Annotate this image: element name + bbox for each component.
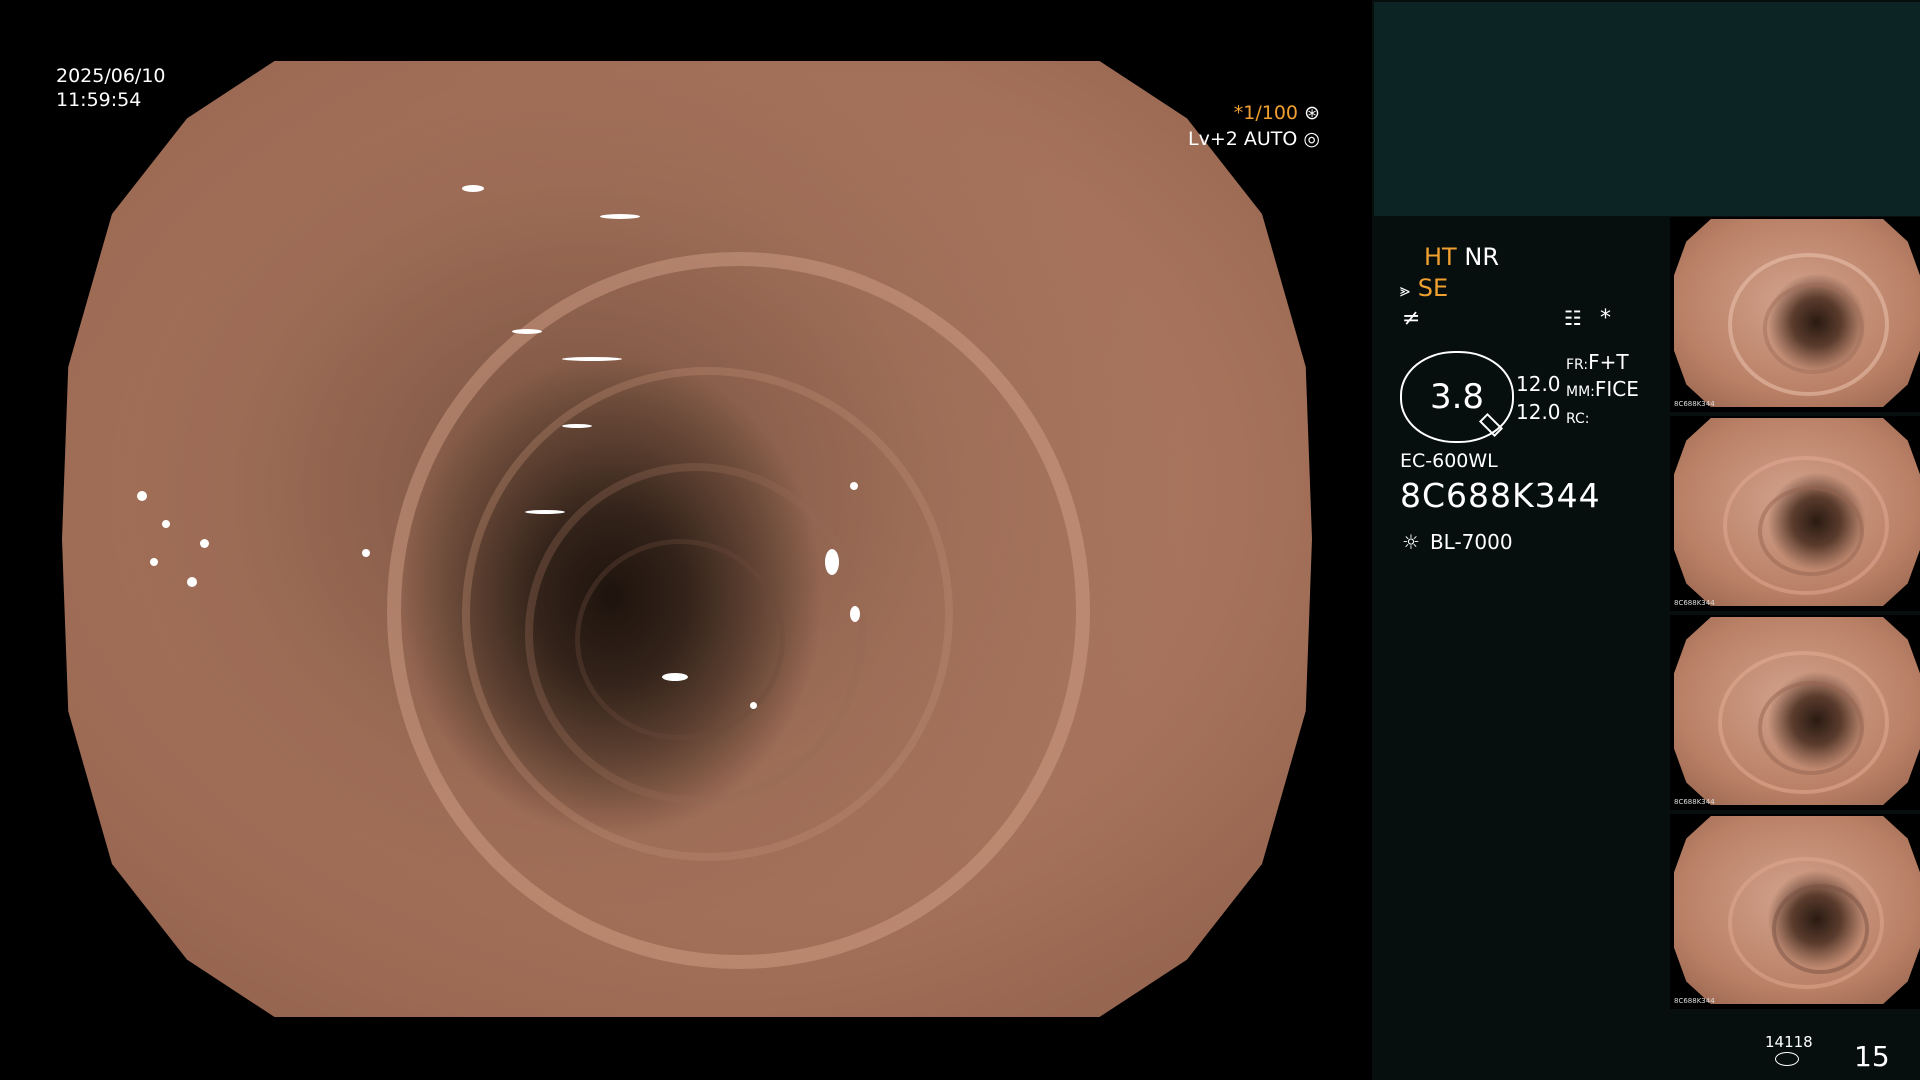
- asterisk-indicator: *: [1600, 306, 1611, 331]
- thumbnail-label: 8C688K344: [1674, 997, 1715, 1005]
- storage-disk-icon: [1775, 1052, 1799, 1066]
- structure-enhance-row: ⪢ SE: [1400, 274, 1448, 302]
- light-glint: [599, 213, 640, 219]
- date-text: 2025/06/10: [56, 65, 166, 87]
- color-icon: ≠: [1402, 306, 1421, 331]
- zoom-badge: 3.8: [1400, 351, 1514, 443]
- fr-label: FR:: [1566, 357, 1589, 373]
- light-source: ☼ BL-7000: [1402, 530, 1513, 554]
- thumbnail-label: 8C688K344: [1674, 400, 1715, 408]
- scope-model: EC-600WL: [1400, 450, 1498, 472]
- zoom-value: 3.8: [1429, 377, 1485, 417]
- light-glint: [512, 328, 542, 334]
- light-glint: [362, 548, 370, 557]
- thumbnail-image: [1674, 219, 1920, 407]
- fr-mm-rc-info: FR:F+T MM:FICE RC:: [1566, 350, 1639, 431]
- thumbnail-1[interactable]: 8C688K344: [1670, 217, 1920, 412]
- light-glint: [149, 558, 158, 567]
- fr-value: F+T: [1588, 350, 1629, 374]
- date-time-overlay: 2025/06/10 11:59:54: [56, 64, 166, 112]
- scope-serial: 8C688K344: [1400, 476, 1601, 515]
- mode-nr: NR: [1464, 243, 1499, 271]
- thumbnail-image: [1674, 816, 1920, 1004]
- reference-image-area: [1374, 2, 1920, 216]
- settings-list-icon: ☷: [1564, 306, 1582, 330]
- exposure-info: *1/100 ⊛ Lv+2 AUTO ◎: [1188, 100, 1320, 152]
- light-glint: [187, 577, 197, 588]
- mode-se: SE: [1417, 274, 1449, 302]
- mode-ht: HT: [1424, 243, 1457, 271]
- thumbnail-3[interactable]: 8C688K344: [1670, 615, 1920, 810]
- processing-modes: HT NR: [1424, 243, 1499, 271]
- light-glint: [849, 481, 858, 490]
- magnifier-icon: [1478, 412, 1504, 438]
- rc-label: RC:: [1566, 411, 1590, 427]
- thumbnail-4[interactable]: 8C688K344: [1670, 814, 1920, 1009]
- light-glint: [462, 185, 484, 193]
- light-glint: [662, 672, 688, 681]
- zoom-value-2: 12.0: [1516, 400, 1561, 424]
- image-counter: 14118: [1765, 1033, 1813, 1051]
- thumbnail-image: [1674, 418, 1920, 606]
- mucosal-fold: [574, 539, 785, 741]
- thumbnail-2[interactable]: 8C688K344: [1670, 416, 1920, 611]
- thumbnail-image: [1674, 617, 1920, 805]
- light-source-label: BL-7000: [1429, 530, 1513, 554]
- iris-icon: ◎: [1303, 128, 1320, 150]
- structure-icon: ⪢: [1400, 280, 1411, 301]
- time-text: 11:59:54: [56, 89, 142, 111]
- sun-icon: ☼: [1402, 530, 1420, 554]
- endoscope-image: [62, 61, 1312, 1017]
- light-glint: [162, 519, 170, 528]
- light-glint: [849, 605, 860, 622]
- iris-level: Lv+2 AUTO: [1188, 128, 1298, 150]
- main-endoscope-view: 2025/06/10 11:59:54 *1/100 ⊛ Lv+2 AUTO ◎: [0, 0, 1372, 1080]
- light-glint: [199, 539, 209, 548]
- mm-label: MM:: [1566, 384, 1595, 400]
- thumbnail-label: 8C688K344: [1674, 599, 1715, 607]
- shutter-speed: *1/100: [1233, 102, 1299, 124]
- light-glint: [137, 491, 147, 502]
- page-number: 15: [1854, 1040, 1890, 1073]
- thumbnail-strip: 8C688K344 8C688K344 8C688K344 8C688K344: [1670, 217, 1920, 1013]
- light-glint: [824, 548, 839, 575]
- zoom-values: 12.0 12.0: [1516, 370, 1561, 426]
- light-glint: [749, 701, 757, 709]
- mm-value: FICE: [1594, 377, 1639, 401]
- thumbnail-label: 8C688K344: [1674, 798, 1715, 806]
- zoom-value-1: 12.0: [1516, 372, 1561, 396]
- shutter-icon: ⊛: [1304, 102, 1320, 124]
